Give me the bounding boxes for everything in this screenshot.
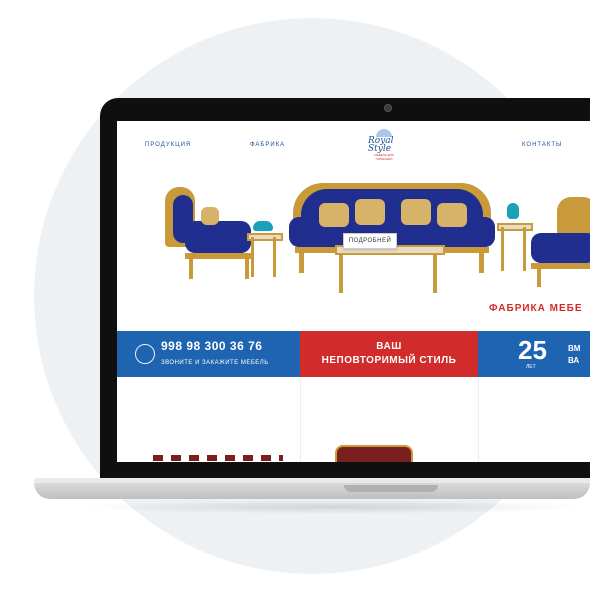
years-label: ЛЕТ xyxy=(526,364,536,370)
slogan-line-1: ВАШ xyxy=(376,341,402,352)
slogan-banner: ВАШ НЕПОВТОРИМЫЙ СТИЛЬ xyxy=(300,331,478,377)
nav-link-products[interactable]: ПРОДУКЦИЯ xyxy=(145,142,191,148)
phone-number: 998 98 300 36 76 xyxy=(161,339,263,353)
site-header: ПРОДУКЦИЯ ФАБРИКА Royal Style МЕБЕЛЬ ДЛЯ… xyxy=(117,121,590,167)
camera-icon xyxy=(384,104,392,112)
phone-icon xyxy=(135,344,155,364)
grid-divider xyxy=(478,377,479,462)
coffee-table-image xyxy=(335,245,445,295)
phone-banner[interactable]: 998 98 300 36 76 ЗВОНИТЕ И ЗАКАЖИТЕ МЕБЕ… xyxy=(117,331,300,377)
logo-tagline: МЕБЕЛЬ ДЛЯ ГАРМОНИИ xyxy=(374,153,394,161)
phone-caption: ЗВОНИТЕ И ЗАКАЖИТЕ МЕБЕЛЬ xyxy=(161,360,269,366)
hero-title: ФАБРИКА МЕБЕ xyxy=(489,303,583,314)
hero-banner: ПОДРОБНЕЙ ФАБРИКА МЕБЕ xyxy=(117,167,590,339)
slogan-line-2: НЕПОВТОРИМЫЙ СТИЛЬ xyxy=(321,355,457,366)
nav-link-contacts[interactable]: КОНТАКТЫ xyxy=(522,142,562,148)
laptop-shadow xyxy=(80,500,590,514)
more-details-button[interactable]: ПОДРОБНЕЙ xyxy=(343,233,397,249)
grid-divider xyxy=(300,377,301,462)
anniversary-text: ВМ ВА xyxy=(568,343,580,367)
nav-link-factory[interactable]: ФАБРИКА xyxy=(250,142,285,148)
site-logo[interactable]: Royal Style МЕБЕЛЬ ДЛЯ ГАРМОНИИ xyxy=(366,129,402,161)
armchair-image-right xyxy=(527,197,590,287)
vase-icon xyxy=(253,221,273,231)
vase-icon xyxy=(507,203,519,219)
product-thumbnail-sofa[interactable] xyxy=(335,445,413,462)
product-thumbnail-chairs[interactable] xyxy=(153,455,283,461)
years-number: 25 xyxy=(518,335,547,365)
anniversary-banner: 25 ЛЕТ ВМ ВА xyxy=(478,331,590,377)
armchair-image-left xyxy=(165,187,257,279)
anniversary-text-line-1: ВМ xyxy=(568,344,581,353)
laptop-base xyxy=(34,483,590,499)
side-table-left xyxy=(247,221,283,281)
laptop-screen: ПРОДУКЦИЯ ФАБРИКА Royal Style МЕБЕЛЬ ДЛЯ… xyxy=(117,121,590,462)
anniversary-text-line-2: ВА xyxy=(568,356,580,365)
laptop-notch xyxy=(344,485,438,492)
logo-name: Royal Style xyxy=(368,136,394,154)
